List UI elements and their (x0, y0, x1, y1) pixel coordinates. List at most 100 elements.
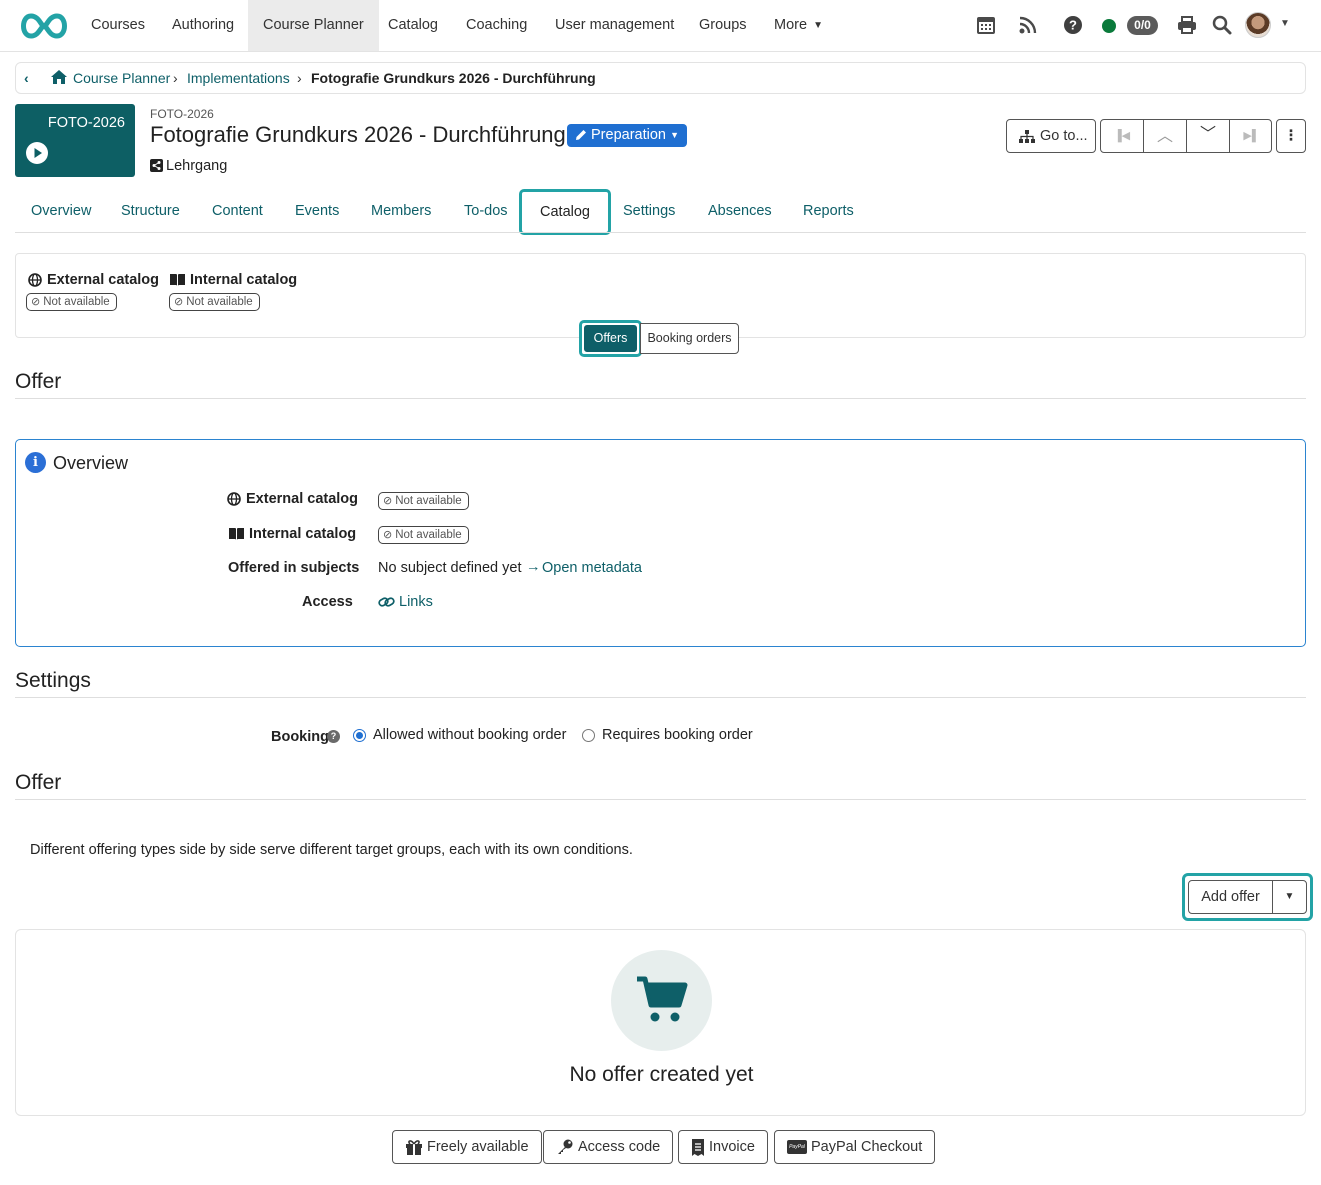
overview-internal-label: Internal catalog (249, 526, 357, 542)
book-icon (170, 274, 185, 286)
nav-coaching[interactable]: Coaching (451, 0, 542, 51)
booking-orders-toggle[interactable]: Booking orders (640, 323, 739, 354)
back-chevron-icon[interactable]: ‹ (24, 70, 29, 86)
nav-groups[interactable]: Groups (684, 0, 762, 51)
overview-title: Overview (53, 453, 129, 473)
invoice-button[interactable]: Invoice (678, 1130, 768, 1164)
nav-more[interactable]: More ▼ (759, 0, 837, 51)
empty-state-panel: No offer created yet (15, 929, 1306, 1116)
tab-catalog[interactable]: Catalog (519, 189, 611, 235)
avatar-caret-down-icon[interactable]: ▼ (1280, 18, 1290, 29)
key-icon (558, 1139, 573, 1154)
paypal-checkout-button[interactable]: PayPal PayPal Checkout (774, 1130, 936, 1164)
next-chevron-icon[interactable]: ﹀ (1187, 120, 1230, 152)
tab-members[interactable]: Members (355, 189, 447, 235)
freely-available-button[interactable]: Freely available (392, 1130, 542, 1164)
eye-slash-icon: ⊘ (31, 296, 41, 308)
openolat-logo[interactable] (17, 10, 71, 42)
tab-todos[interactable]: To-dos (448, 189, 524, 235)
offers-toggle[interactable]: Offers (584, 325, 637, 352)
offer-description: Different offering types side by side se… (30, 842, 633, 858)
breadcrumb-course-planner[interactable]: Course Planner (73, 70, 170, 86)
booking-help-icon[interactable]: ? (327, 730, 340, 743)
course-thumbnail[interactable]: FOTO-2026 (15, 104, 135, 177)
course-type: Lehrgang (166, 158, 228, 174)
top-navigation: Courses Authoring Course Planner Catalog… (0, 0, 1321, 52)
caret-down-icon: ▼ (813, 20, 824, 31)
open-metadata-link[interactable]: Open metadata (542, 560, 642, 576)
nav-courses[interactable]: Courses (76, 0, 160, 51)
tab-overview[interactable]: Overview (15, 189, 107, 235)
caret-down-icon: ▼ (670, 130, 679, 140)
sitemap-icon (1019, 130, 1035, 143)
offers-toggle-focus: Offers (579, 320, 642, 357)
empty-state-text: No offer created yet (569, 1063, 754, 1086)
radio-requires[interactable] (582, 729, 595, 742)
access-links-link[interactable]: Links (399, 594, 433, 610)
nav-catalog[interactable]: Catalog (373, 0, 453, 51)
last-page-icon[interactable]: ▶▌ (1230, 120, 1271, 152)
paypal-icon: PayPal (787, 1140, 807, 1154)
add-offer-caret-down-icon[interactable]: ▼ (1272, 880, 1307, 914)
external-catalog-status-badge: ⊘ Not available (26, 293, 117, 311)
goto-button[interactable]: Go to... (1006, 119, 1096, 153)
option-requires-label[interactable]: Requires booking order (602, 727, 753, 743)
rss-icon[interactable] (1017, 14, 1039, 36)
status-dropdown[interactable]: Preparation ▼ (567, 124, 687, 147)
add-offer-button[interactable]: Add offer (1188, 880, 1273, 914)
gift-icon (406, 1140, 422, 1155)
tab-content[interactable]: Content (196, 189, 279, 235)
invoice-label: Invoice (709, 1139, 755, 1155)
option-allowed-label[interactable]: Allowed without booking order (373, 727, 566, 743)
book-icon (229, 528, 244, 540)
search-icon[interactable] (1211, 14, 1233, 36)
internal-catalog-label: Internal catalog (190, 272, 298, 288)
radio-selected-dot (356, 732, 363, 739)
arrow-right-icon[interactable]: → (526, 559, 541, 575)
booking-label: Booking (271, 729, 329, 745)
overview-access-label: Access (302, 594, 353, 610)
tab-structure[interactable]: Structure (105, 189, 196, 235)
help-icon[interactable]: ? (1062, 14, 1084, 36)
calendar-icon[interactable] (975, 14, 997, 36)
access-code-label: Access code (578, 1139, 661, 1155)
offer-list-divider (15, 799, 1306, 800)
more-actions-icon[interactable]: ⋮ (1276, 119, 1306, 153)
svg-text:?: ? (1069, 18, 1077, 33)
nav-user-management[interactable]: User management (540, 0, 689, 51)
status-label: Preparation (591, 127, 666, 143)
info-icon: i (25, 452, 46, 473)
overview-info-panel: i Overview External catalog ⊘ Not availa… (15, 439, 1306, 647)
home-icon[interactable] (50, 69, 68, 85)
breadcrumb-implementations[interactable]: Implementations (187, 70, 290, 86)
access-code-button[interactable]: Access code (543, 1130, 674, 1164)
breadcrumb-separator-icon: › (173, 70, 178, 86)
breadcrumb: ‹ Course Planner › Implementations › Fot… (15, 62, 1306, 94)
user-avatar[interactable] (1245, 12, 1271, 38)
tabs-divider (15, 232, 1306, 233)
overview-subjects-label: Offered in subjects (228, 560, 360, 576)
goto-label: Go to... (1040, 128, 1088, 144)
nav-course-planner[interactable]: Course Planner (248, 0, 379, 51)
internal-catalog-status: Not available (186, 296, 253, 308)
play-icon[interactable] (25, 141, 49, 165)
link-icon[interactable] (378, 595, 395, 609)
thumbnail-label: FOTO-2026 (47, 115, 125, 131)
tab-events[interactable]: Events (279, 189, 355, 235)
print-icon[interactable] (1176, 14, 1198, 36)
external-catalog-status: Not available (43, 296, 110, 308)
overview-external-badge: ⊘ Not available (378, 492, 469, 510)
tab-absences[interactable]: Absences (692, 189, 788, 235)
radio-allowed[interactable] (353, 729, 366, 742)
globe-icon (28, 273, 42, 287)
previous-chevron-icon[interactable]: ︿ (1144, 120, 1187, 152)
counter-badge[interactable]: 0/0 (1127, 16, 1158, 35)
nav-authoring[interactable]: Authoring (157, 0, 249, 51)
paypal-checkout-label: PayPal Checkout (811, 1139, 923, 1155)
online-status-dot[interactable] (1102, 19, 1116, 33)
offer-list-section-title: Offer (15, 771, 62, 794)
add-offer-focus: Add offer ▼ (1182, 873, 1313, 921)
tab-settings[interactable]: Settings (607, 189, 691, 235)
tab-reports[interactable]: Reports (787, 189, 870, 235)
first-page-icon[interactable]: ▐◀ (1101, 120, 1144, 152)
